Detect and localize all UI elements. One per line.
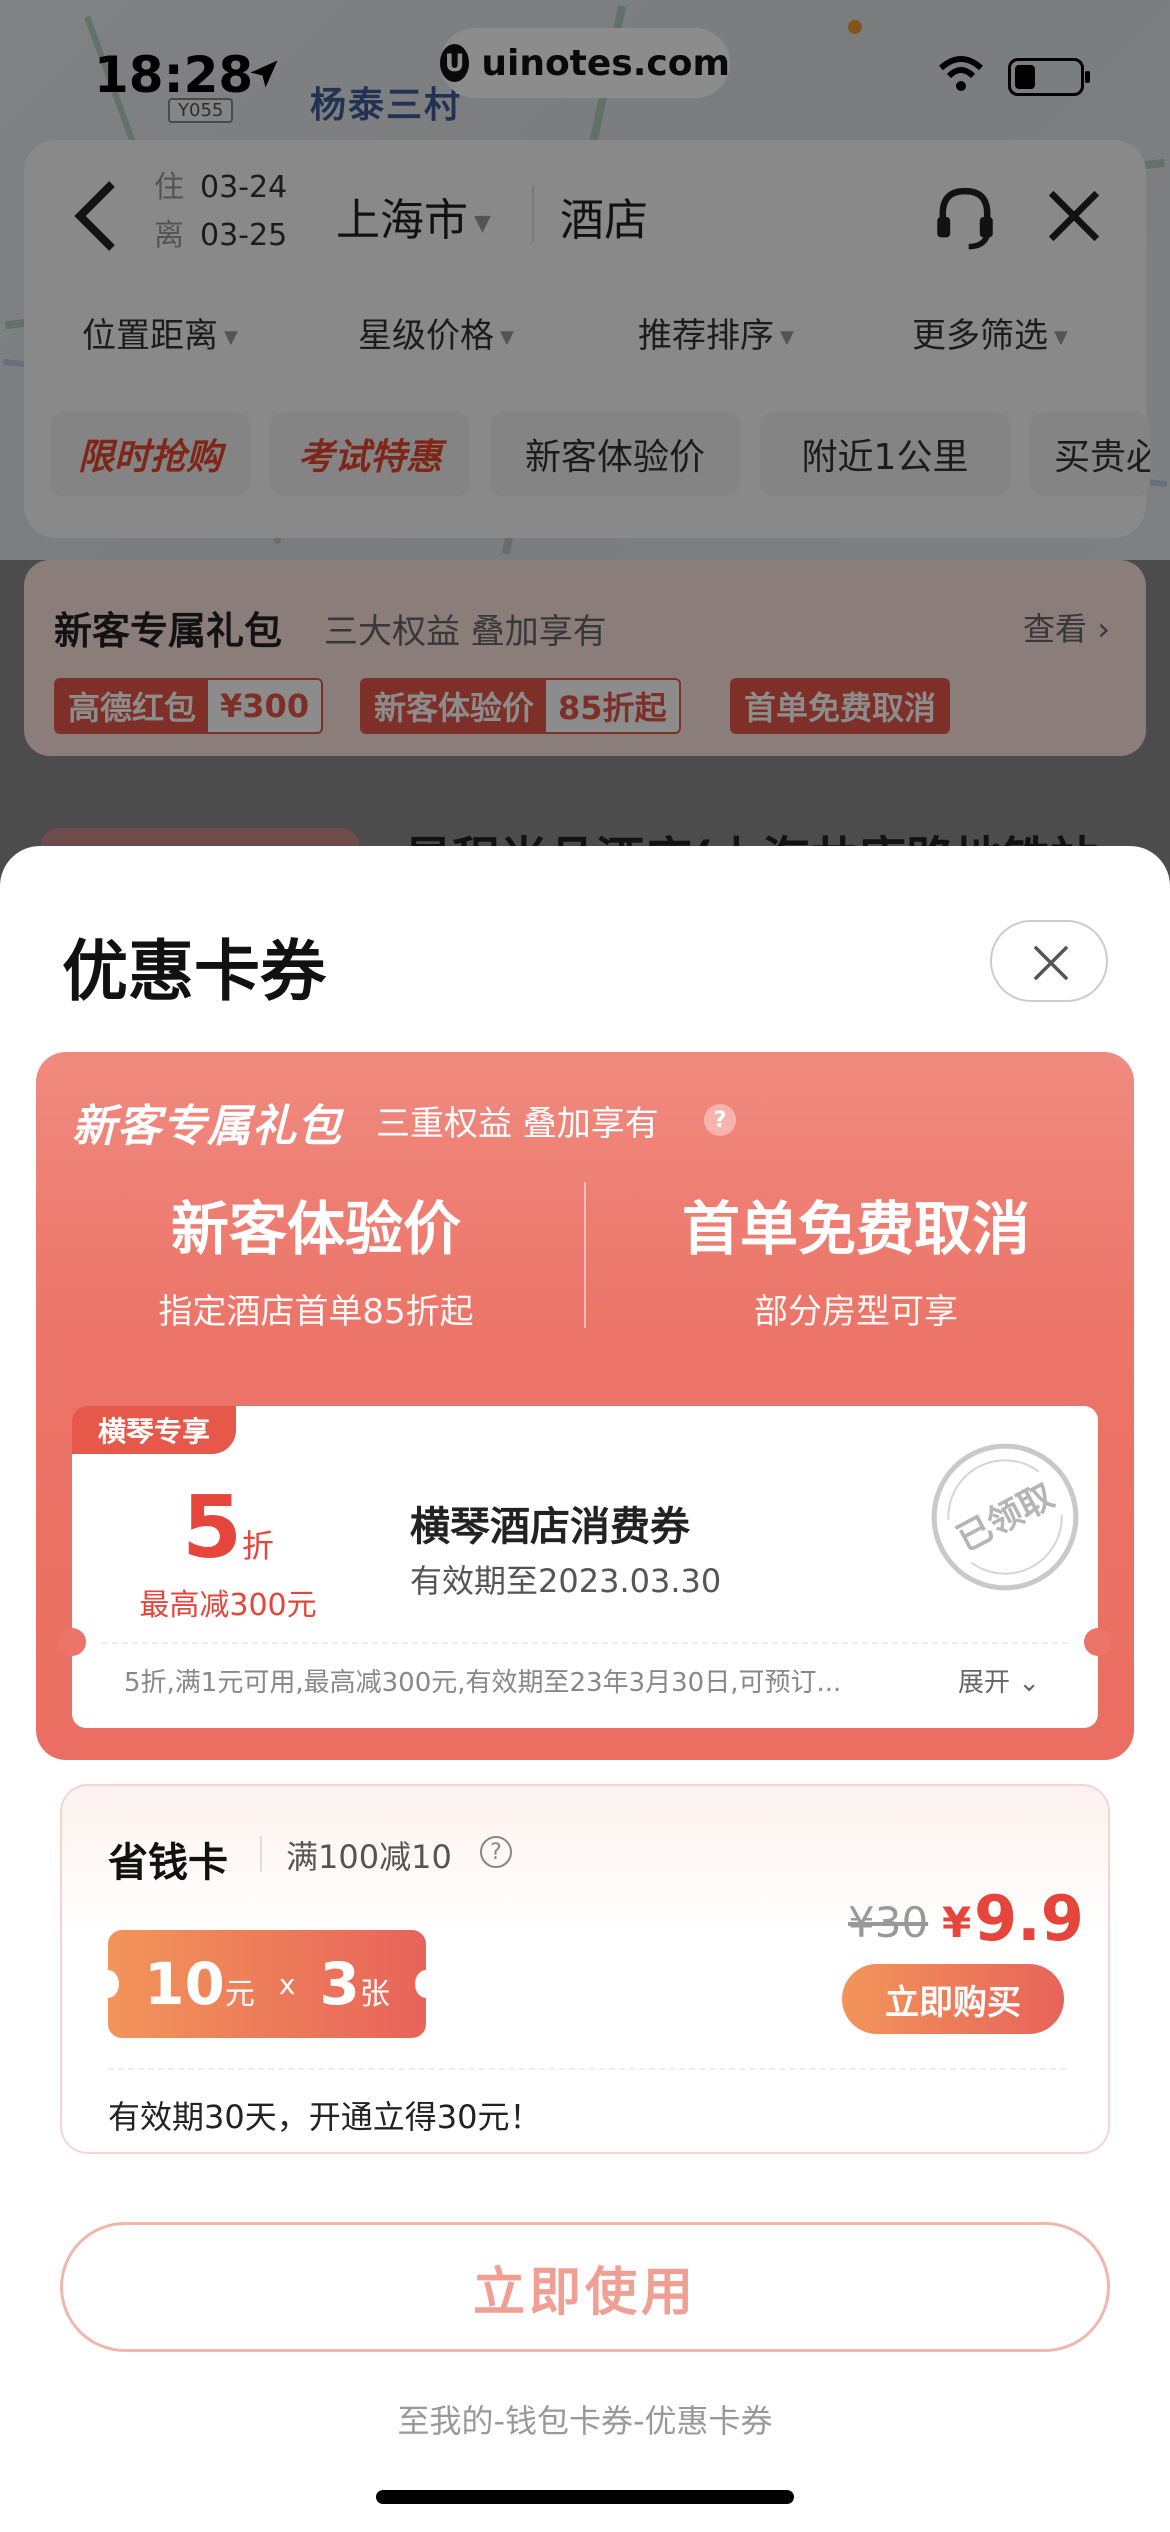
use-now-button[interactable]: 立即使用 [60,2222,1110,2352]
coupon-notch [1084,1628,1112,1656]
new-customer-packet: 新客专属礼包 三重权益 叠加享有 ? 新客体验价 指定酒店首单85折起 首单免费… [36,1052,1134,1760]
saver-divider-line [108,2068,1066,2070]
home-indicator[interactable] [376,2490,794,2504]
saver-card: 省钱卡 满100减10 ? 10元 x 3张 ¥30 ¥ 9.9 立即购买 有效… [60,1784,1110,2154]
packet-subtitle: 三重权益 叠加享有 [376,1104,659,1144]
sale-price: 9.9 [974,1882,1084,1955]
ticket-amount: 10 [144,1950,225,2018]
benefit-divider [584,1182,586,1328]
coupon-sheet: 优惠卡券 新客专属礼包 三重权益 叠加享有 ? 新客体验价 指定酒店首单85折起… [0,846,1170,2532]
coupon-discount: 5折 最高减300元 [128,1478,328,1624]
coupon-validity: 有效期至2023.03.30 [410,1562,722,1600]
ticket-count-unit: 张 [359,1977,390,2012]
question-icon[interactable]: ? [480,1836,512,1868]
chevron-down-icon: ⌄ [1018,1668,1041,1698]
wallet-path-hint[interactable]: 至我的-钱包卡券-优惠卡券 [0,2396,1170,2442]
saver-title: 省钱卡 [108,1840,228,1886]
benefit-new-price: 新客体验价 指定酒店首单85折起 [66,1182,566,1333]
sheet-title: 优惠卡券 [62,933,326,1010]
ticket-unit: 元 [224,1977,255,2012]
ticket-multiply: x [278,1967,296,2001]
saver-condition: 满100减10 [286,1838,452,1876]
ticket-notch [97,1970,119,1998]
benefit-title: 首单免费取消 [681,1195,1030,1263]
saver-divider [260,1836,262,1872]
benefit-sub: 指定酒店首单85折起 [158,1292,474,1332]
price-symbol: ¥ [942,1898,972,1947]
question-icon[interactable]: ? [704,1104,736,1136]
buy-now-button[interactable]: 立即购买 [842,1964,1064,2034]
expand-label: 展开 [958,1668,1011,1698]
ticket-count: 3 [319,1950,360,2018]
claimed-stamp-icon: 已领取 [931,1443,1079,1591]
coupon-divider [102,1642,1068,1644]
close-icon [1033,945,1069,981]
saver-note: 有效期30天，开通立得30元！ [108,2098,542,2136]
coupon-description: 5折,满1元可用,最高减300元,有效期至23年3月30日,可预订... [124,1668,842,1698]
benefit-sub: 部分房型可享 [754,1292,958,1332]
coupon-expand[interactable]: 展开 ⌄ [958,1662,1040,1699]
hengqin-coupon[interactable]: 横琴专享 5折 最高减300元 横琴酒店消费券 有效期至2023.03.30 已… [58,1406,1112,1728]
packet-title: 新客专属礼包 [72,1101,342,1152]
benefit-free-cancel: 首单免费取消 部分房型可享 [606,1182,1106,1333]
original-price: ¥30 [848,1898,929,1947]
discount-unit: 折 [241,1527,274,1565]
claimed-stamp-text: 已领取 [951,1476,1061,1560]
ticket-notch [415,1970,437,1998]
sheet-close-button[interactable] [990,920,1108,1002]
saver-ticket: 10元 x 3张 [97,1930,437,2038]
discount-value: 5 [182,1478,242,1578]
coupon-name: 横琴酒店消费券 [410,1504,690,1550]
discount-max: 最高减300元 [139,1588,317,1623]
coupon-tag: 横琴专享 [72,1406,237,1454]
coupon-notch [58,1628,86,1656]
benefit-title: 新客体验价 [170,1195,461,1263]
